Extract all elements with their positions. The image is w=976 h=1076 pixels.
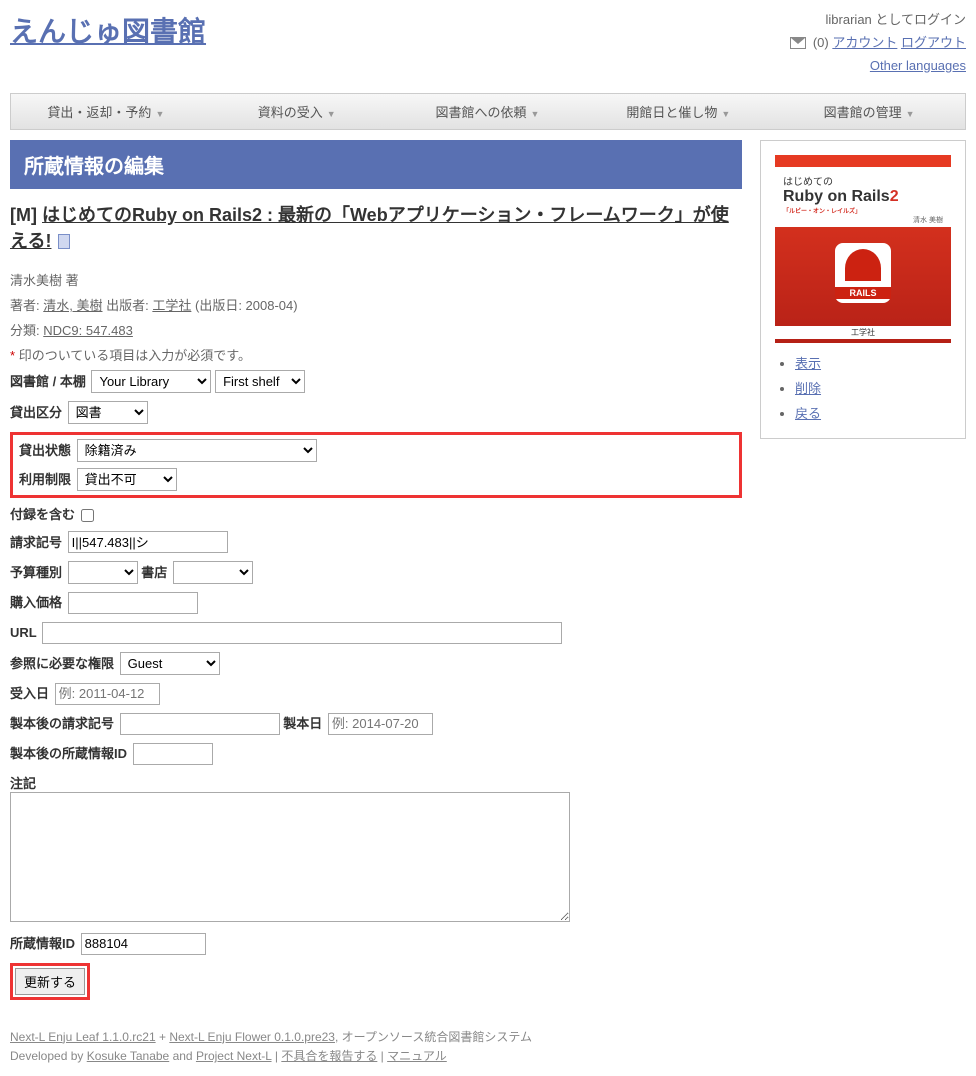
circ-status-select[interactable]: 除籍済み <box>77 439 317 462</box>
chevron-down-icon: ▼ <box>906 109 915 119</box>
footer-flower-link[interactable]: Next-L Enju Flower 0.1.0.pre23 <box>169 1030 335 1044</box>
nav-events[interactable]: 開館日と催し物▼ <box>583 94 774 129</box>
role-select[interactable]: Guest <box>120 652 220 675</box>
logo-link[interactable]: えんじゅ図書館 <box>10 10 206 50</box>
highlighted-section: 貸出状態 除籍済み 利用制限 貸出不可 <box>10 432 742 498</box>
library-shelf-label: 図書館 / 本棚 <box>10 374 86 389</box>
acquired-label: 受入日 <box>10 686 49 701</box>
sidebar-delete-link[interactable]: 削除 <box>795 381 821 396</box>
bookstore-select[interactable] <box>173 561 253 584</box>
footer: Next-L Enju Leaf 1.1.0.rc21 + Next-L Enj… <box>10 1028 966 1066</box>
binding-call-input[interactable] <box>120 713 280 735</box>
user-info: librarian としてログイン (0) アカウント ログアウト Other … <box>790 10 966 78</box>
sidebar-back-link[interactable]: 戻る <box>795 406 821 421</box>
price-input[interactable] <box>68 592 198 614</box>
url-input[interactable] <box>42 622 562 644</box>
circ-type-select[interactable]: 図書 <box>68 401 148 424</box>
chevron-down-icon: ▼ <box>721 109 730 119</box>
binding-item-input[interactable] <box>133 743 213 765</box>
book-heading: [M] はじめてのRuby on Rails2 : 最新の「Webアプリケーショ… <box>10 203 742 253</box>
library-select[interactable]: Your Library <box>91 370 211 393</box>
url-label: URL <box>10 625 37 640</box>
main-content: 所蔵情報の編集 [M] はじめてのRuby on Rails2 : 最新の「We… <box>10 140 742 1007</box>
binding-item-label: 製本後の所蔵情報ID <box>10 746 127 761</box>
nav-request[interactable]: 図書館への依頼▼ <box>393 94 584 129</box>
call-number-label: 請求記号 <box>10 535 62 550</box>
shelf-select[interactable]: First shelf <box>215 370 305 393</box>
list-item: 表示 <box>795 353 951 372</box>
footer-developer-link[interactable]: Kosuke Tanabe <box>87 1049 170 1063</box>
use-restriction-label: 利用制限 <box>19 472 71 487</box>
footer-leaf-link[interactable]: Next-L Enju Leaf 1.1.0.rc21 <box>10 1030 156 1044</box>
circ-status-label: 貸出状態 <box>19 443 71 458</box>
nav-admin[interactable]: 図書館の管理▼ <box>774 94 965 129</box>
binded-at-label: 製本日 <box>283 716 322 731</box>
mail-count: (0) <box>813 35 829 50</box>
submit-button[interactable] <box>15 968 85 995</box>
main-nav: 貸出・返却・予約▼ 資料の受入▼ 図書館への依頼▼ 開館日と催し物▼ 図書館の管… <box>10 93 966 130</box>
call-number-input[interactable] <box>68 531 228 553</box>
list-item: 削除 <box>795 378 951 397</box>
item-id-label: 所蔵情報ID <box>10 936 75 951</box>
list-item: 戻る <box>795 403 951 422</box>
circ-type-label: 貸出区分 <box>10 405 62 420</box>
rails-logo-icon <box>835 243 891 303</box>
page-title: 所蔵情報の編集 <box>10 140 742 189</box>
login-status: librarian としてログイン <box>790 10 966 31</box>
price-label: 購入価格 <box>10 595 62 610</box>
chevron-down-icon: ▼ <box>155 109 164 119</box>
binded-at-input[interactable] <box>328 713 433 735</box>
account-link[interactable]: アカウント <box>832 35 897 50</box>
submit-highlight <box>10 963 90 1000</box>
note-textarea[interactable] <box>10 792 570 922</box>
footer-report-link[interactable]: 不具合を報告する <box>281 1049 377 1063</box>
supplements-label: 付録を含む <box>10 507 75 522</box>
book-title-link[interactable]: はじめてのRuby on Rails2 : 最新の「Webアプリケーション・フレ… <box>10 205 729 250</box>
nav-checkout[interactable]: 貸出・返却・予約▼ <box>11 94 202 129</box>
language-link[interactable]: Other languages <box>870 58 966 73</box>
author-link[interactable]: 清水, 美樹 <box>43 298 102 313</box>
classification-link[interactable]: NDC9: 547.483 <box>43 323 133 338</box>
chevron-down-icon: ▼ <box>531 109 540 119</box>
format-prefix: [M] <box>10 205 37 225</box>
budget-type-label: 予算種別 <box>10 565 62 580</box>
footer-manual-link[interactable]: マニュアル <box>387 1049 447 1063</box>
author-statement: 清水美樹 著 <box>10 270 742 289</box>
acquired-input[interactable] <box>55 683 160 705</box>
budget-type-select[interactable] <box>68 561 138 584</box>
role-label: 参照に必要な権限 <box>10 656 114 671</box>
note-label: 注記 <box>10 773 740 792</box>
binding-call-label: 製本後の請求記号 <box>10 716 114 731</box>
classification: 分類: NDC9: 547.483 <box>10 320 742 339</box>
bookstore-label: 書店 <box>141 565 167 580</box>
item-id-input[interactable] <box>81 933 206 955</box>
nav-acquisition[interactable]: 資料の受入▼ <box>202 94 393 129</box>
use-restriction-select[interactable]: 貸出不可 <box>77 468 177 491</box>
book-icon <box>58 234 70 249</box>
sidebar-show-link[interactable]: 表示 <box>795 356 821 371</box>
footer-project-link[interactable]: Project Next-L <box>196 1049 272 1063</box>
creator-publisher: 著者: 清水, 美樹 出版者: 工学社 (出版日: 2008-04) <box>10 295 742 314</box>
publisher-link[interactable]: 工学社 <box>152 298 191 313</box>
logout-link[interactable]: ログアウト <box>901 35 966 50</box>
chevron-down-icon: ▼ <box>327 109 336 119</box>
book-cover: はじめての Ruby on Rails2 「ルビー・オン・レイルズ」 清水 美樹… <box>775 155 951 343</box>
sidebar: はじめての Ruby on Rails2 「ルビー・オン・レイルズ」 清水 美樹… <box>760 140 966 439</box>
required-note: * 印のついている項目は入力が必須です。 <box>10 345 742 364</box>
supplements-checkbox[interactable] <box>81 509 94 522</box>
mail-icon <box>790 37 806 49</box>
